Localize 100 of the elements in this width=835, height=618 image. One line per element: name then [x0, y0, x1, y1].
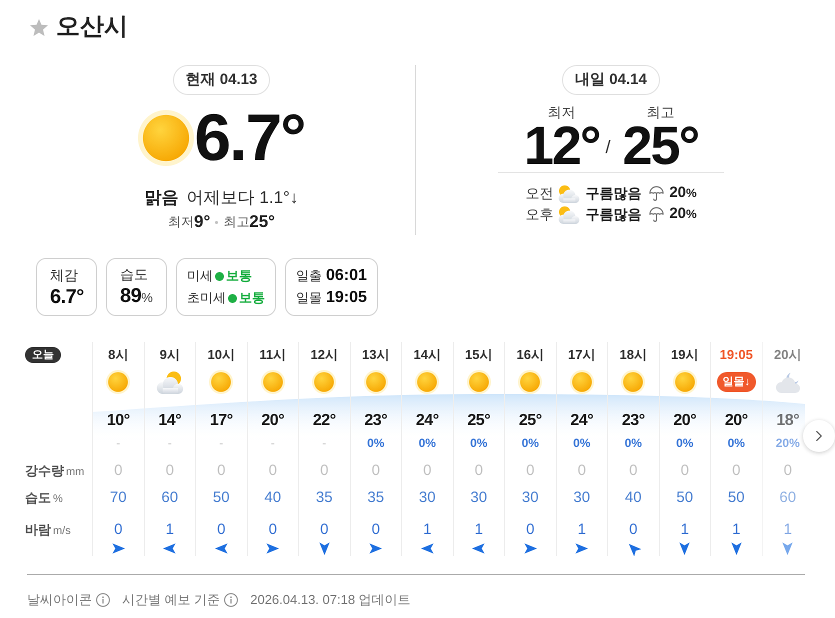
hour-label: 8시 [108, 346, 128, 364]
card-label: 체감 [50, 266, 79, 284]
humidity-value: 50 [212, 488, 230, 508]
sun-time-value: 06:01 [326, 266, 367, 286]
wind-speed-value: 0 [629, 520, 638, 540]
sun-behind-cloud-icon [558, 184, 580, 202]
temperature-value: 17° [210, 411, 233, 431]
card-value: 89% [120, 284, 153, 308]
sun-icon [415, 370, 440, 394]
humidity-value: 30 [522, 488, 539, 508]
card-value: 6.7° [50, 284, 83, 308]
air-quality-status: 보통 [226, 267, 252, 286]
sun-icon [672, 370, 697, 394]
wind-speed-value: 0 [372, 520, 380, 540]
high-temperature: 25° [249, 211, 275, 234]
update-time: 2026.04.13. 07:18 업데이트 [250, 591, 411, 609]
precipitation-chance: 0% [728, 435, 745, 452]
humidity-value: 35 [316, 488, 333, 508]
rainfall-value: 0 [320, 460, 328, 481]
info-icon[interactable] [224, 592, 238, 607]
humidity-value: 30 [573, 488, 590, 508]
wind-speed-value: 1 [578, 520, 586, 540]
precipitation-chance: - [322, 435, 326, 452]
humidity-value: 60 [161, 488, 178, 508]
precipitation-chance: 0% [522, 435, 539, 452]
info-icon[interactable] [96, 592, 110, 607]
rainfall-value: 0 [526, 460, 534, 481]
sun-icon [138, 110, 194, 166]
hour-label: 18시 [620, 346, 647, 364]
period-label: 오전 [525, 184, 554, 203]
sun-time-value: 19:05 [326, 288, 367, 308]
wind-speed-value: 1 [166, 520, 174, 540]
low-temperature: 9° [194, 211, 210, 234]
low-temperature: 12° [524, 121, 600, 171]
hour-label: 20시 [774, 346, 802, 364]
rainfall-value: 0 [114, 460, 122, 481]
wind-speed-value: 1 [423, 520, 432, 540]
precipitation-chance: 0% [624, 435, 642, 452]
precipitation-chance: 0% [573, 435, 590, 452]
hour-label: 11시 [259, 346, 286, 364]
umbrella-icon [649, 186, 664, 201]
hour-label: 19:05 [720, 346, 753, 364]
hour-label: 19시 [671, 346, 698, 364]
umbrella-icon [649, 207, 664, 222]
row-label: 습도% [25, 489, 63, 508]
high-temperature-label: 최고 [646, 103, 674, 121]
precipitation-chance: - [116, 435, 120, 452]
rainfall-value: 0 [578, 460, 586, 481]
hour-label: 17시 [568, 346, 596, 364]
date-badge: 현재 04.13 [172, 65, 270, 95]
temperature-value: 20° [673, 411, 696, 431]
wind-speed-value: 0 [217, 520, 226, 540]
rainfall-value: 0 [166, 460, 174, 481]
rainfall-value: 0 [423, 460, 432, 481]
hour-label: 9시 [160, 346, 180, 364]
hour-label: 14시 [414, 346, 441, 364]
temperature-value: 23° [364, 411, 388, 431]
precipitation-chance: 0% [676, 435, 694, 452]
footer-link[interactable]: 시간별 예보 기준 [122, 590, 220, 610]
weather-condition: 구름많음 [585, 205, 642, 224]
wind-speed-value: 0 [320, 520, 328, 540]
wind-speed-value: 1 [784, 520, 792, 540]
precipitation-chance: 20% [669, 183, 697, 204]
day-badge: 오늘 [25, 347, 61, 363]
star-icon[interactable] [30, 18, 48, 36]
temperature-value: 25° [467, 411, 490, 431]
weather-condition: 구름많음 [585, 184, 642, 203]
precipitation-chance: - [270, 435, 275, 452]
sun-icon [209, 370, 234, 394]
row-label: 강수량 mm [25, 462, 84, 480]
wind-speed-value: 0 [114, 520, 122, 540]
hour-label: 12시 [310, 346, 338, 364]
sun-icon [570, 370, 594, 394]
wind-speed-value: 1 [474, 520, 483, 540]
rainfall-value: 0 [629, 460, 638, 481]
precipitation-chance: - [168, 435, 172, 452]
rainfall-value: 0 [732, 460, 740, 481]
hour-label: 15시 [465, 346, 492, 364]
rainfall-value: 0 [217, 460, 226, 481]
sunset-badge: 일몰↓ [716, 372, 756, 392]
sun-icon [621, 370, 646, 394]
temperature-value: 18° [776, 411, 800, 431]
temperature-value: 23° [622, 411, 645, 431]
sun-time-label: 일출 [296, 267, 322, 286]
weather-condition: 맑음 [144, 187, 179, 210]
humidity-value: 60 [779, 488, 796, 508]
humidity-value: 70 [110, 488, 127, 508]
sun-icon [312, 370, 336, 394]
humidity-value: 35 [367, 488, 384, 508]
city-title: 오산시 [56, 12, 128, 42]
rainfall-value: 0 [474, 460, 483, 481]
hour-label: 13시 [362, 346, 390, 364]
precipitation-chance: 0% [418, 435, 436, 452]
temperature-value: 25° [518, 411, 542, 431]
temperature-value: 20° [261, 411, 284, 431]
date-badge: 내일 04.14 [562, 65, 660, 95]
wind-speed-value: 0 [526, 520, 534, 540]
cloud-moon-icon [774, 372, 801, 392]
footer-link[interactable]: 날씨아이콘 [27, 590, 92, 610]
high-temperature: 25° [622, 121, 698, 171]
